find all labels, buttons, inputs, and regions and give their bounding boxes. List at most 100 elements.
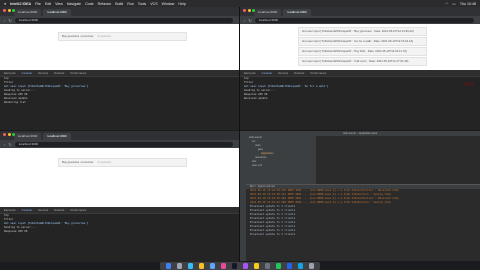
- todo-item[interactable]: Buy groceries • tomorrow Completed: [58, 158, 187, 167]
- todo-item[interactable]: Got user input {'ToDoItemWithUniqueID' :…: [298, 27, 427, 36]
- browser-window-bottom-left: localhost:3000 localhost:3000 ‹ ↻ localh…: [0, 131, 239, 207]
- menu-item-build[interactable]: Build: [115, 2, 123, 6]
- tab-console[interactable]: Console: [22, 208, 32, 212]
- todo-text: Buy groceries • tomorrow: [62, 34, 94, 38]
- address-bar: ‹ ↻ localhost:3000: [0, 140, 239, 148]
- todo-item[interactable]: Buy groceries • tomorrow Completed: [58, 32, 187, 41]
- spotify-icon[interactable]: [275, 263, 282, 269]
- todo-status: Completed: [97, 160, 111, 164]
- back-icon[interactable]: ‹: [4, 18, 5, 23]
- menu-item-code[interactable]: Code: [85, 2, 94, 6]
- tab-sources[interactable]: Sources: [278, 71, 288, 75]
- browser-tab[interactable]: localhost:3000: [43, 9, 71, 16]
- reload-icon[interactable]: ↻: [8, 18, 11, 23]
- battery-icon[interactable]: ▭: [452, 2, 455, 6]
- menu-item-window[interactable]: Window: [162, 2, 175, 6]
- tab-sources[interactable]: Sources: [38, 208, 48, 212]
- menu-item-help[interactable]: Help: [178, 2, 185, 6]
- devtools-panel-top-left: Elements Console Sources Network Perform…: [0, 70, 239, 130]
- console-log-line: Received update: [244, 97, 268, 100]
- zoom-window-icon[interactable]: [252, 9, 255, 12]
- code-editor[interactable]: [316, 136, 480, 184]
- devtools-panel-top-right: Elements Console Sources Network Perform…: [240, 70, 480, 130]
- todo-item[interactable]: Got user input {'ToDoItemWithUniqueID' :…: [298, 57, 427, 66]
- browser-window-top-left: localhost:3000 localhost:3000 ‹ ↻ localh…: [0, 7, 239, 70]
- tab-performance[interactable]: Performance: [310, 71, 326, 75]
- menu-item-vcs[interactable]: VCS: [150, 2, 157, 6]
- tab-network[interactable]: Network: [54, 208, 64, 212]
- menu-item-tools[interactable]: Tools: [138, 2, 146, 6]
- back-icon[interactable]: ‹: [244, 18, 245, 23]
- todo-item[interactable]: Got user input {'ToDoItemWithUniqueID' :…: [298, 47, 427, 56]
- menu-item-app[interactable]: IntelliJ IDEA: [10, 2, 31, 6]
- vscode-icon[interactable]: [286, 263, 293, 269]
- tab-elements[interactable]: Elements: [244, 71, 256, 75]
- notes-icon[interactable]: [253, 263, 260, 269]
- address-bar: ‹ ↻ localhost:3000: [240, 16, 480, 24]
- back-icon[interactable]: ‹: [4, 142, 5, 147]
- devtools-panel-bottom-left: Elements Console Sources Network Perform…: [0, 207, 239, 262]
- tab-network[interactable]: Network: [54, 71, 64, 75]
- browser-tab[interactable]: localhost:3000: [254, 9, 282, 16]
- menu-item-view[interactable]: View: [55, 2, 63, 6]
- close-window-icon[interactable]: [243, 9, 246, 12]
- clock-text[interactable]: Thu 10:48: [460, 2, 476, 6]
- minimize-window-icon[interactable]: [7, 133, 11, 136]
- tab-elements[interactable]: Elements: [4, 208, 16, 212]
- project-tree: todo-server src main java Application re…: [246, 136, 316, 184]
- settings-icon[interactable]: [264, 263, 271, 269]
- todo-text: Buy groceries • tomorrow: [62, 160, 94, 164]
- reload-icon[interactable]: ↻: [8, 142, 11, 147]
- intellij-icon[interactable]: [220, 263, 227, 269]
- finder-icon[interactable]: [165, 263, 172, 269]
- menu-item-file[interactable]: File: [35, 2, 41, 6]
- todo-text: Got user input {'ToDoItemWithUniqueID' :…: [302, 49, 407, 53]
- minimize-window-icon[interactable]: [247, 9, 251, 12]
- trash-icon[interactable]: [308, 263, 315, 269]
- menu-item-edit[interactable]: Edit: [45, 2, 51, 6]
- tab-console[interactable]: Console: [22, 71, 32, 75]
- tab-network[interactable]: Network: [294, 71, 304, 75]
- docker-icon[interactable]: [297, 263, 304, 269]
- launchpad-icon[interactable]: [176, 263, 183, 269]
- wifi-icon[interactable]: ◠: [445, 2, 448, 6]
- tab-console[interactable]: Console: [262, 71, 272, 75]
- browser-tab[interactable]: localhost:3000: [43, 133, 71, 140]
- tab-strip: localhost:3000 localhost:3000: [0, 7, 239, 16]
- browser-tab[interactable]: localhost:3000: [14, 133, 42, 140]
- browser-tab[interactable]: localhost:3000: [283, 9, 311, 16]
- apple-menu-icon[interactable]: ●: [4, 2, 6, 6]
- mail-icon[interactable]: [209, 263, 216, 269]
- terminal-icon[interactable]: [231, 263, 238, 269]
- todo-status: Completed: [97, 34, 111, 38]
- menu-item-navigate[interactable]: Navigate: [67, 2, 81, 6]
- console-log-line: Rendering list: [4, 101, 26, 104]
- tab-elements[interactable]: Elements: [4, 71, 16, 75]
- close-window-icon[interactable]: [3, 9, 6, 12]
- todo-item[interactable]: Got user input {'ToDoItemWithUniqueID' :…: [298, 37, 427, 46]
- zoom-window-icon[interactable]: [12, 9, 15, 12]
- tab-performance[interactable]: Performance: [70, 71, 86, 75]
- tree-item[interactable]: pom.xml: [246, 164, 316, 168]
- close-window-icon[interactable]: [3, 133, 6, 136]
- slack-icon[interactable]: [242, 263, 249, 269]
- browser-tab[interactable]: localhost:3000: [14, 9, 42, 16]
- chrome-icon[interactable]: [198, 263, 205, 269]
- error-badge[interactable]: [464, 82, 474, 86]
- reload-icon[interactable]: ↻: [248, 18, 251, 23]
- minimize-window-icon[interactable]: [7, 9, 11, 12]
- tab-performance[interactable]: Performance: [70, 208, 86, 212]
- menu-item-run[interactable]: Run: [127, 2, 134, 6]
- safari-icon[interactable]: [187, 263, 194, 269]
- tab-strip: localhost:3000 localhost:3000: [240, 7, 480, 16]
- url-input[interactable]: localhost:3000: [254, 17, 474, 23]
- menu-item-refactor[interactable]: Refactor: [98, 2, 112, 6]
- devtools-tab-bar: Elements Console Sources Network Perform…: [240, 70, 480, 77]
- devtools-tab-bar: Elements Console Sources Network Perform…: [0, 70, 239, 77]
- tab-sources[interactable]: Sources: [38, 71, 48, 75]
- zoom-window-icon[interactable]: [12, 133, 15, 136]
- todo-text: Got user input {'ToDoItemWithUniqueID' :…: [302, 59, 409, 63]
- url-input[interactable]: localhost:3000: [14, 141, 233, 147]
- url-input[interactable]: localhost:3000: [14, 17, 233, 23]
- log-line: Broadcast update to 3 clients: [250, 233, 296, 236]
